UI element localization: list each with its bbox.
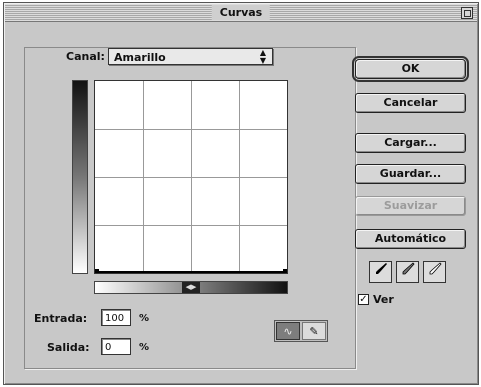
channel-select[interactable]: Amarillo ▲ ▼ [108,48,273,65]
save-button[interactable]: Guardar... [355,164,466,184]
gradient-toggle-icon[interactable]: ◀▶ [182,282,200,293]
input-gradient-bar: ◀▶ [94,281,288,294]
input-field[interactable]: 100 [101,309,131,326]
output-field[interactable]: 0 [101,338,131,355]
auto-button[interactable]: Automático [355,229,466,249]
input-unit: % [139,313,150,324]
title-bar[interactable]: Curvas [5,4,477,22]
cancel-button[interactable]: Cancelar [355,93,466,113]
window-title: Curvas [211,5,271,20]
output-label: Salida: [47,341,90,354]
pencil-icon[interactable]: ✎ [302,322,326,340]
preview-checkbox[interactable]: ✓ [358,294,369,305]
white-eyedropper-icon[interactable] [423,261,446,283]
curve-line [95,269,287,273]
channel-select-value: Amarillo [114,51,166,64]
curve-graph[interactable] [94,80,288,274]
input-label: Entrada: [34,312,88,325]
select-arrows-icon: ▲ ▼ [259,48,266,65]
ok-button[interactable]: OK [352,56,469,82]
output-unit: % [139,342,150,353]
curve-mode-group: ∿ ✎ [274,320,328,342]
curve-point-icon[interactable]: ∿ [276,322,300,340]
output-gradient-bar [72,80,88,274]
black-eyedropper-icon[interactable] [369,261,392,283]
load-button[interactable]: Cargar... [355,133,466,153]
channel-label: Canal: [66,50,105,63]
zoom-box-icon[interactable] [461,7,473,19]
smooth-button[interactable]: Suavizar [355,196,466,216]
preview-label: Ver [373,293,394,306]
gray-eyedropper-icon[interactable] [396,261,419,283]
